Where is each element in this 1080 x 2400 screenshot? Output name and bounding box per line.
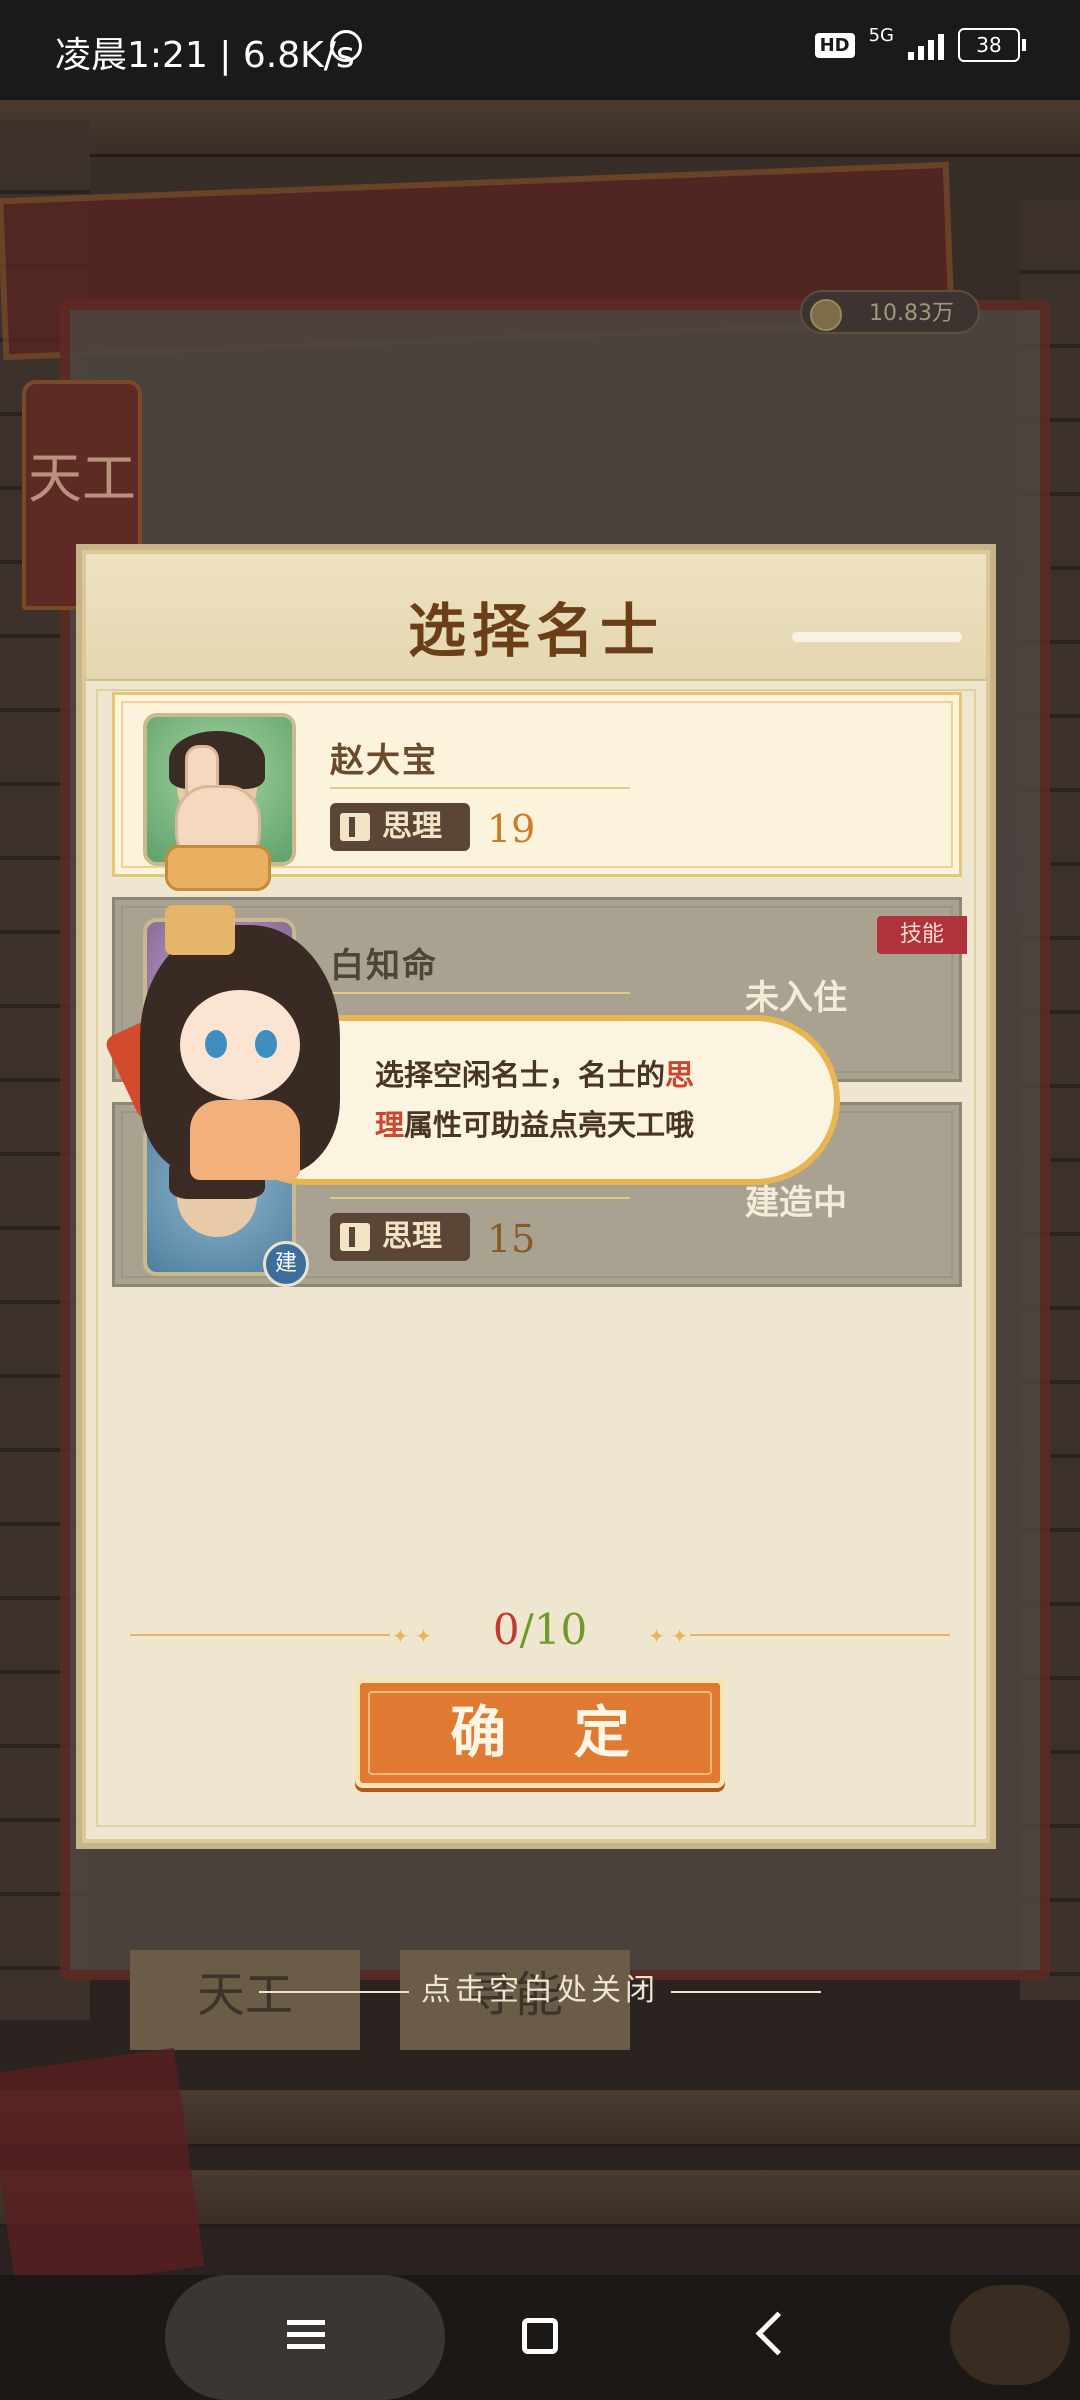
dialog-title: 选择名士: [407, 597, 664, 665]
hd-icon: HD: [814, 32, 855, 58]
status-bar: 凌晨1:21 | 6.8K/s HD 5G 38: [0, 0, 1080, 100]
close-hint-text: 点击空白处关闭: [421, 1973, 659, 2008]
hint-line-left: [259, 1990, 409, 1993]
tutorial-text-before: 选择空闲名士，名士的: [375, 1058, 666, 1092]
floating-action-icon[interactable]: [950, 2285, 1070, 2385]
guide-character: [103, 895, 360, 1185]
coin-amount: 10.83万: [869, 301, 954, 326]
hint-line-right: [671, 1990, 821, 1993]
counter-current: 0: [492, 1605, 520, 1654]
confirm-button[interactable]: 确 定: [355, 1678, 725, 1788]
scroll-icon: [340, 813, 370, 841]
attribute-label: 思理: [382, 809, 442, 844]
residence-status: 未入住: [745, 978, 847, 1018]
scroll-icon: [340, 1223, 370, 1251]
attribute-label: 思理: [382, 1219, 442, 1254]
name-divider: [330, 787, 630, 789]
menu-icon[interactable]: [287, 2320, 325, 2350]
status-time: 凌晨1:21 | 6.8K/s: [55, 35, 355, 76]
close-hint[interactable]: 点击空白处关闭: [0, 1965, 1080, 2009]
alarm-icon: [330, 30, 362, 62]
attribute-badge: 思理: [330, 1213, 470, 1261]
attribute-badge: 思理: [330, 803, 470, 851]
counter-max: 10: [533, 1605, 588, 1654]
name-divider: [330, 992, 630, 994]
building-badge: 建: [263, 1241, 309, 1287]
attribute-value: 19: [487, 807, 536, 851]
tutorial-text-after: 属性可助益点亮天工哦: [404, 1108, 695, 1142]
coin-counter: 10.83万: [800, 290, 980, 334]
attribute-value: 15: [487, 1217, 536, 1261]
home-icon[interactable]: [522, 2318, 558, 2354]
battery-icon: 38: [958, 28, 1026, 62]
coin-icon: [810, 299, 842, 331]
scholar-name: 赵大宝: [330, 741, 438, 781]
network-type: 5G: [868, 24, 894, 46]
tutorial-hand-icon: [155, 745, 271, 891]
signal-icon: [908, 30, 944, 60]
red-decoration: [0, 2047, 205, 2293]
selection-counter: 0/10: [0, 1605, 1080, 1654]
counter-separator: /: [519, 1605, 534, 1654]
header-decoration: [792, 632, 962, 642]
skill-tag[interactable]: 技能: [877, 916, 967, 954]
name-divider: [330, 1197, 630, 1199]
dialog-header: 选择名士: [86, 554, 986, 681]
wood-plank: [0, 100, 1080, 157]
